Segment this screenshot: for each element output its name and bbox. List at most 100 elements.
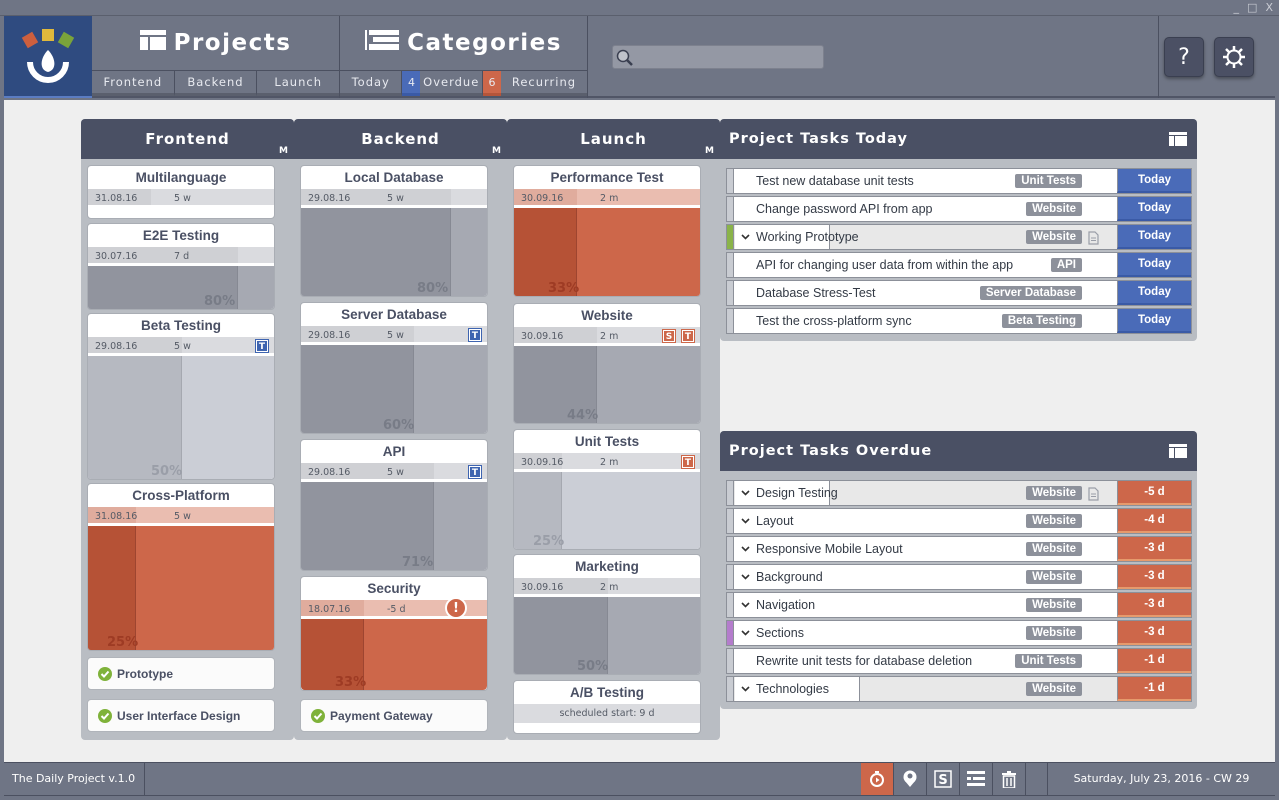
task-due: -3 d xyxy=(1117,621,1191,645)
tab-launch[interactable]: Launch xyxy=(257,71,340,96)
panel-title: Project Tasks Overdue xyxy=(729,443,933,459)
card-scheduled-start: scheduled start: 9 d xyxy=(514,704,700,723)
card-duration: 5 w xyxy=(174,193,191,204)
project-card[interactable]: API 29.08.16 5 w T 71% xyxy=(300,439,488,571)
task-row[interactable]: Responsive Mobile Layout Website -3 d xyxy=(726,536,1192,562)
projects-button[interactable]: Projects xyxy=(92,16,339,70)
location-button[interactable] xyxy=(894,763,927,795)
project-card[interactable]: Performance Test 30.09.16 2 m 33% xyxy=(513,165,701,297)
card-date: 31.08.16 xyxy=(95,511,138,522)
project-tag[interactable]: Beta Testing xyxy=(1001,314,1082,328)
card-date: 30.09.16 xyxy=(521,582,564,593)
project-tag[interactable]: Website xyxy=(1026,598,1082,612)
list-button[interactable] xyxy=(960,763,993,795)
note-icon[interactable] xyxy=(1088,231,1099,248)
project-tag[interactable]: Website xyxy=(1026,202,1082,216)
task-row[interactable]: Working Prototype Website Today xyxy=(726,224,1192,250)
window-controls: _ □ X xyxy=(1234,1,1273,14)
card-date: 30.09.16 xyxy=(521,193,564,204)
project-tag[interactable]: Server Database xyxy=(979,286,1082,300)
chevron-down-icon[interactable] xyxy=(734,516,756,527)
project-tag[interactable]: Website xyxy=(1026,230,1082,244)
project-tag[interactable]: Website xyxy=(1026,626,1082,640)
project-tag[interactable]: Website xyxy=(1026,570,1082,584)
chevron-down-icon[interactable] xyxy=(734,488,756,499)
task-row[interactable]: Database Stress-Test Server Database Today xyxy=(726,280,1192,306)
tab-today[interactable]: Today xyxy=(340,71,403,96)
tab-overdue[interactable]: Overdue xyxy=(420,71,483,96)
task-row[interactable]: API for changing user data from within t… xyxy=(726,252,1192,278)
s-button[interactable]: S xyxy=(927,763,960,795)
task-row[interactable]: Design Testing Website -5 d xyxy=(726,480,1192,506)
card-progress: 44% xyxy=(567,408,599,423)
project-card[interactable]: E2E Testing 30.07.16 7 d 80% xyxy=(87,223,275,310)
project-card[interactable]: Server Database 29.08.16 5 w T 60% xyxy=(300,302,488,434)
task-row[interactable]: Sections Website -3 d xyxy=(726,620,1192,646)
project-tag[interactable]: Unit Tests xyxy=(1015,654,1082,668)
project-card[interactable]: Cross-Platform 31.08.16 5 w 25% xyxy=(87,483,275,651)
project-card[interactable]: Website 30.09.16 2 m ST 44% xyxy=(513,303,701,424)
minimize-button[interactable]: _ xyxy=(1234,1,1240,14)
note-icon[interactable] xyxy=(1088,487,1099,504)
stopwatch-button[interactable] xyxy=(861,763,894,795)
task-row[interactable]: Test the cross-platform sync Beta Testing… xyxy=(726,308,1192,334)
project-card[interactable]: Multilanguage 31.08.16 5 w xyxy=(87,165,275,219)
card-progress: 80% xyxy=(204,294,236,309)
card-progress: 50% xyxy=(577,659,609,674)
task-color-stripe xyxy=(727,537,734,561)
trash-button[interactable] xyxy=(993,763,1026,795)
search-box[interactable] xyxy=(612,45,824,69)
card-progress: 60% xyxy=(383,418,415,433)
task-row[interactable]: Rewrite unit tests for database deletion… xyxy=(726,648,1192,674)
chevron-down-icon[interactable] xyxy=(734,628,756,639)
project-tag[interactable]: Website xyxy=(1026,514,1082,528)
app-logo[interactable] xyxy=(4,16,92,98)
projects-label: Projects xyxy=(173,30,292,56)
tab-frontend[interactable]: Frontend xyxy=(92,71,175,96)
card-date: 30.09.16 xyxy=(521,331,564,342)
project-tag[interactable]: API xyxy=(1050,258,1082,272)
card-date: 18.07.16 xyxy=(308,604,351,615)
project-card[interactable]: Security 18.07.16 -5 d ! 33% xyxy=(300,576,488,691)
maximize-button[interactable]: □ xyxy=(1247,1,1257,14)
project-tag[interactable]: Website xyxy=(1026,682,1082,696)
tab-backend[interactable]: Backend xyxy=(174,71,258,96)
project-card[interactable]: A/B Testing scheduled start: 9 d xyxy=(513,680,701,734)
task-row[interactable]: Technologies Website -1 d xyxy=(726,676,1192,702)
chevron-down-icon[interactable] xyxy=(734,544,756,555)
milestone-item[interactable]: Prototype xyxy=(87,657,275,690)
current-date: Saturday, July 23, 2016 - CW 29 xyxy=(1047,763,1275,795)
logo-icon xyxy=(21,29,75,83)
settings-button[interactable] xyxy=(1214,37,1254,77)
chevron-down-icon[interactable] xyxy=(734,600,756,611)
project-card[interactable]: Unit Tests 30.09.16 2 m T 25% xyxy=(513,429,701,550)
project-card[interactable]: Marketing 30.09.16 2 m 50% xyxy=(513,554,701,675)
task-row[interactable]: Navigation Website -3 d xyxy=(726,592,1192,618)
project-tag[interactable]: Unit Tests xyxy=(1015,174,1082,188)
close-button[interactable]: X xyxy=(1265,1,1273,14)
column-header: Backend M xyxy=(294,119,507,159)
task-row[interactable]: Background Website -3 d xyxy=(726,564,1192,590)
project-card[interactable]: Local Database 29.08.16 5 w 80% xyxy=(300,165,488,297)
project-card[interactable]: Beta Testing 29.08.16 5 w T 50% xyxy=(87,313,275,480)
milestone-item[interactable]: Payment Gateway xyxy=(300,699,488,732)
chevron-down-icon[interactable] xyxy=(734,684,756,695)
task-due: -3 d xyxy=(1117,537,1191,561)
task-name: Working Prototype xyxy=(756,230,859,244)
task-row[interactable]: Change password API from app Website Today xyxy=(726,196,1192,222)
help-button[interactable]: ? xyxy=(1164,37,1204,77)
layout-icon[interactable] xyxy=(1169,132,1187,150)
search-input[interactable] xyxy=(637,46,821,68)
task-row[interactable]: Layout Website -4 d xyxy=(726,508,1192,534)
milestone-item[interactable]: User Interface Design xyxy=(87,699,275,732)
categories-button[interactable]: Categories xyxy=(340,16,587,70)
project-tag[interactable]: Website xyxy=(1026,486,1082,500)
tab-recurring[interactable]: Recurring xyxy=(500,71,587,96)
chevron-down-icon[interactable] xyxy=(734,232,756,243)
task-name: API for changing user data from within t… xyxy=(756,258,1014,272)
header-divider xyxy=(1158,16,1159,98)
layout-icon[interactable] xyxy=(1169,444,1187,462)
task-row[interactable]: Test new database unit tests Unit Tests To… xyxy=(726,168,1192,194)
project-tag[interactable]: Website xyxy=(1026,542,1082,556)
chevron-down-icon[interactable] xyxy=(734,572,756,583)
